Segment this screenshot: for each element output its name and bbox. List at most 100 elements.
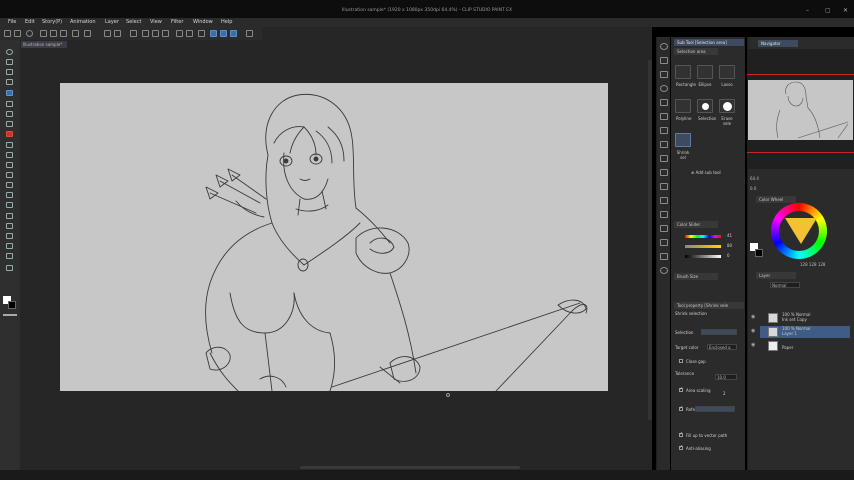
layer-property-icon[interactable] <box>660 169 668 176</box>
info-icon[interactable] <box>660 267 668 274</box>
color-slider-icon[interactable] <box>660 99 668 106</box>
frame-border-tool-icon[interactable] <box>5 222 14 230</box>
tab-tool-property[interactable]: Tool property [Shrink sele <box>674 302 744 309</box>
layer-search-icon[interactable] <box>660 183 668 190</box>
settings-icon[interactable] <box>26 30 33 37</box>
ellipse-select-icon[interactable]: Ellipse <box>697 65 713 87</box>
vertical-scrollbar[interactable] <box>648 60 652 420</box>
eye-icon[interactable]: ◉ <box>751 314 755 320</box>
close-window-button[interactable]: ✕ <box>843 7 848 14</box>
app-menu-icon[interactable] <box>4 30 11 37</box>
fill-icon[interactable] <box>152 30 159 37</box>
layer-row[interactable]: Paper <box>760 340 850 352</box>
tab-color-wheel[interactable]: Color Wheel <box>756 196 796 203</box>
maximize-button[interactable]: ▢ <box>825 7 831 14</box>
wheel-sub-color[interactable] <box>755 249 763 257</box>
menu-filter[interactable]: Filter <box>171 19 183 25</box>
saturation-slider[interactable] <box>685 245 721 248</box>
snap-grid-icon[interactable] <box>230 30 237 37</box>
save-icon[interactable] <box>60 30 67 37</box>
material-icon[interactable] <box>660 197 668 204</box>
tab-selection-area[interactable]: Selection area <box>674 48 718 55</box>
tab-color-slider[interactable]: Color Slider <box>674 221 718 228</box>
horizontal-scrollbar[interactable] <box>300 466 520 469</box>
tab-layer[interactable]: Layer <box>756 272 796 279</box>
tab-navigator[interactable]: Navigator <box>758 40 798 47</box>
fill-tool-icon[interactable] <box>5 191 14 199</box>
pencil-tool-icon[interactable] <box>5 130 14 138</box>
pen-tool-icon[interactable] <box>5 120 14 128</box>
blend-tool-icon[interactable] <box>5 181 14 189</box>
canvas-paper[interactable] <box>60 83 608 392</box>
undo-icon[interactable] <box>104 30 111 37</box>
brush-size-icon[interactable] <box>660 71 668 78</box>
menu-layer[interactable]: Layer <box>105 19 119 25</box>
auto-action-icon[interactable] <box>660 253 668 260</box>
snap-icon[interactable] <box>198 30 205 37</box>
tolerance-field[interactable]: 10.0 <box>715 374 737 380</box>
transparent-color-swatch[interactable] <box>3 314 17 316</box>
eye-icon[interactable]: ◉ <box>751 328 755 334</box>
auto-select-tool-icon[interactable] <box>5 100 14 108</box>
transform-icon[interactable] <box>162 30 169 37</box>
minimize-button[interactable]: – <box>806 7 809 14</box>
hue-slider[interactable] <box>685 235 721 238</box>
erase-selection-icon[interactable]: Erase sele <box>719 99 735 126</box>
menu-story[interactable]: Story(P) <box>42 19 62 25</box>
document-tab[interactable]: Illustration sample* <box>21 41 67 48</box>
airbrush-tool-icon[interactable] <box>5 151 14 159</box>
menu-animation[interactable]: Animation <box>70 19 96 25</box>
menu-help[interactable]: Help <box>221 19 232 25</box>
tab-sub-tool[interactable]: Sub Tool [Selection area] <box>674 39 744 46</box>
fill-vector-checkbox[interactable] <box>679 431 683 437</box>
clear-icon[interactable] <box>130 30 137 37</box>
layer-row[interactable]: 100 % Normal Layer 1 <box>760 326 850 338</box>
selection-tool-icon[interactable] <box>5 89 14 97</box>
close-gap-checkbox[interactable] <box>679 359 683 363</box>
item-bank-icon[interactable] <box>660 225 668 232</box>
color-set-icon[interactable] <box>660 113 668 120</box>
anti-aliasing-checkbox[interactable] <box>679 444 683 450</box>
open-file-icon[interactable] <box>50 30 57 37</box>
eraser-tool-icon[interactable] <box>5 171 14 179</box>
tool-property-icon[interactable] <box>660 57 668 64</box>
brush-tool-icon[interactable] <box>5 141 14 149</box>
shrink-selection-icon[interactable]: Shrink sel <box>675 133 691 160</box>
value-slider[interactable] <box>685 255 721 258</box>
eyedropper-tool-icon[interactable] <box>5 110 14 118</box>
menu-edit[interactable]: Edit <box>25 19 35 25</box>
select-ruler-icon[interactable] <box>246 30 253 37</box>
refer-layer-buttons[interactable] <box>695 406 735 412</box>
balloon-tool-icon[interactable] <box>5 252 14 260</box>
menu-select[interactable]: Select <box>126 19 141 25</box>
snap-special-ruler-icon[interactable] <box>220 30 227 37</box>
text-tool-icon[interactable] <box>5 242 14 250</box>
clear-outside-icon[interactable] <box>142 30 149 37</box>
lasso-icon[interactable]: Lasso <box>719 65 735 87</box>
new-file-icon[interactable] <box>40 30 47 37</box>
move-layer-tool-icon[interactable] <box>5 78 14 86</box>
area-scaling-checkbox[interactable] <box>679 386 683 392</box>
gradient-tool-icon[interactable] <box>5 201 14 209</box>
save-dropdown-icon[interactable] <box>84 30 91 37</box>
redo-icon[interactable] <box>114 30 121 37</box>
color-history-icon[interactable] <box>660 155 668 162</box>
export-icon[interactable] <box>72 30 79 37</box>
refer-checkbox[interactable] <box>679 405 683 411</box>
target-color-dropdown[interactable]: Enclosed a <box>707 344 737 350</box>
tab-brush-size[interactable]: Brush Size <box>674 273 718 280</box>
menu-window[interactable]: Window <box>193 19 213 25</box>
add-sub-tool-button[interactable]: ⊕ Add sub tool <box>691 170 721 175</box>
history-icon[interactable] <box>660 239 668 246</box>
snap-ruler-icon[interactable] <box>210 30 217 37</box>
color-triangle[interactable] <box>785 218 817 244</box>
ruler-tool-icon[interactable] <box>5 232 14 240</box>
menu-view[interactable]: View <box>150 19 162 25</box>
zoom-tool-icon[interactable] <box>5 48 14 56</box>
selection-pen-icon[interactable]: Selection <box>697 99 716 121</box>
sub-tool-icon[interactable] <box>660 43 668 50</box>
show-selection-icon[interactable] <box>186 30 193 37</box>
deselect-icon[interactable] <box>176 30 183 37</box>
intermediate-color-icon[interactable] <box>660 127 668 134</box>
correct-line-tool-icon[interactable] <box>5 264 14 272</box>
